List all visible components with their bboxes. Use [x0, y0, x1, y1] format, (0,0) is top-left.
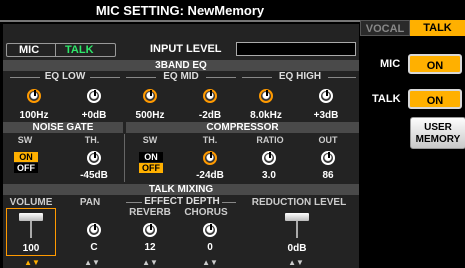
- eq-high-freq-value: 8.0kHz: [250, 110, 282, 121]
- effect-depth-label: EFFECT DEPTH: [142, 196, 222, 207]
- mic-on-button[interactable]: ON: [408, 54, 462, 74]
- eq-mid-label: EQ MID: [156, 71, 206, 82]
- comp-th-label: TH.: [202, 135, 218, 145]
- reverb-label: REVERB: [129, 207, 171, 218]
- pan-label: PAN: [79, 197, 101, 208]
- eq-high-gain-value: +3dB: [313, 110, 339, 121]
- comp-threshold-value: -24dB: [196, 170, 224, 181]
- compressor-header: COMPRESSOR: [126, 122, 359, 133]
- tab-vocal[interactable]: VOCAL: [360, 20, 410, 36]
- eq-low-label: EQ LOW: [40, 71, 90, 82]
- talk-on-button[interactable]: ON: [408, 89, 462, 109]
- reverb-arrows[interactable]: ▲▼: [136, 258, 164, 267]
- ng-threshold-value: -45dB: [80, 170, 108, 181]
- eq-high-gain-knob[interactable]: [319, 89, 333, 103]
- chorus-knob[interactable]: [203, 223, 217, 237]
- comp-off-switch[interactable]: OFF: [139, 163, 163, 173]
- eq-low-freq-knob[interactable]: [27, 89, 41, 103]
- ng-threshold-knob[interactable]: [87, 151, 101, 165]
- reduction-arrows[interactable]: ▲▼: [282, 258, 310, 267]
- ng-off-switch[interactable]: OFF: [14, 163, 38, 173]
- user-memory-label-1: USER: [424, 122, 452, 133]
- comp-sw-label: SW: [142, 135, 158, 145]
- eq-low-freq-value: 100Hz: [19, 110, 49, 121]
- comp-ratio-knob[interactable]: [262, 151, 276, 165]
- volume-label: VOLUME: [9, 197, 53, 208]
- ng-sw-label: SW: [17, 135, 33, 145]
- ng-th-label: TH.: [84, 135, 100, 145]
- chorus-label: CHORUS: [184, 207, 228, 218]
- eq-mid-gain-value: -2dB: [198, 110, 222, 121]
- reduction-level-label: REDUCTION LEVEL: [251, 197, 347, 208]
- talk-label: TALK: [372, 93, 401, 105]
- right-panel: VOCAL TALK MIC ON TALK ON USER MEMORY: [360, 20, 465, 268]
- eq-low-gain-knob[interactable]: [87, 89, 101, 103]
- volume-arrows[interactable]: ▲▼: [18, 258, 46, 267]
- eq-high-freq-knob[interactable]: [259, 89, 273, 103]
- noise-gate-header: NOISE GATE: [3, 122, 123, 133]
- pan-arrows[interactable]: ▲▼: [78, 258, 106, 267]
- comp-ratio-value: 3.0: [262, 170, 276, 181]
- tab-talk[interactable]: TALK: [410, 20, 465, 36]
- eq-low-gain-value: +0dB: [81, 110, 107, 121]
- ng-comp-divider: [124, 134, 125, 182]
- eq-high-label: EQ HIGH: [272, 71, 328, 82]
- reduction-fader-handle[interactable]: [285, 213, 309, 221]
- pan-value: C: [90, 242, 98, 253]
- talk-mixing-header: TALK MIXING: [3, 184, 359, 195]
- volume-value: 100: [22, 243, 40, 254]
- pan-knob[interactable]: [87, 223, 101, 237]
- user-memory-label-2: MEMORY: [415, 134, 461, 145]
- ng-on-switch[interactable]: ON: [14, 152, 38, 162]
- mic-option[interactable]: MIC: [19, 43, 39, 57]
- reverb-knob[interactable]: [143, 223, 157, 237]
- comp-ratio-label: RATIO: [256, 135, 284, 145]
- comp-on-switch[interactable]: ON: [139, 152, 163, 162]
- comp-out-knob[interactable]: [321, 151, 335, 165]
- volume-fader-handle[interactable]: [19, 213, 43, 221]
- talk-option[interactable]: TALK: [65, 43, 94, 57]
- chorus-arrows[interactable]: ▲▼: [196, 258, 224, 267]
- comp-out-value: 86: [322, 170, 334, 181]
- reverb-value: 12: [144, 242, 156, 253]
- mic-talk-selector[interactable]: MIC TALK: [6, 43, 116, 57]
- input-level-label: INPUT LEVEL: [150, 43, 222, 55]
- eq-mid-freq-knob[interactable]: [143, 89, 157, 103]
- reduction-value: 0dB: [287, 243, 307, 254]
- mic-label: MIC: [380, 58, 401, 70]
- comp-threshold-knob[interactable]: [203, 151, 217, 165]
- comp-out-label: OUT: [318, 135, 338, 145]
- eq-header: 3BAND EQ: [3, 60, 359, 71]
- input-level-meter: [236, 42, 356, 56]
- chorus-value: 0: [207, 242, 213, 253]
- mic-talk-divider: [55, 44, 56, 56]
- eq-mid-gain-knob[interactable]: [203, 89, 217, 103]
- user-memory-button[interactable]: USER MEMORY: [410, 117, 465, 149]
- window-title: MIC SETTING: NewMemory: [0, 0, 360, 22]
- eq-mid-freq-value: 500Hz: [135, 110, 165, 121]
